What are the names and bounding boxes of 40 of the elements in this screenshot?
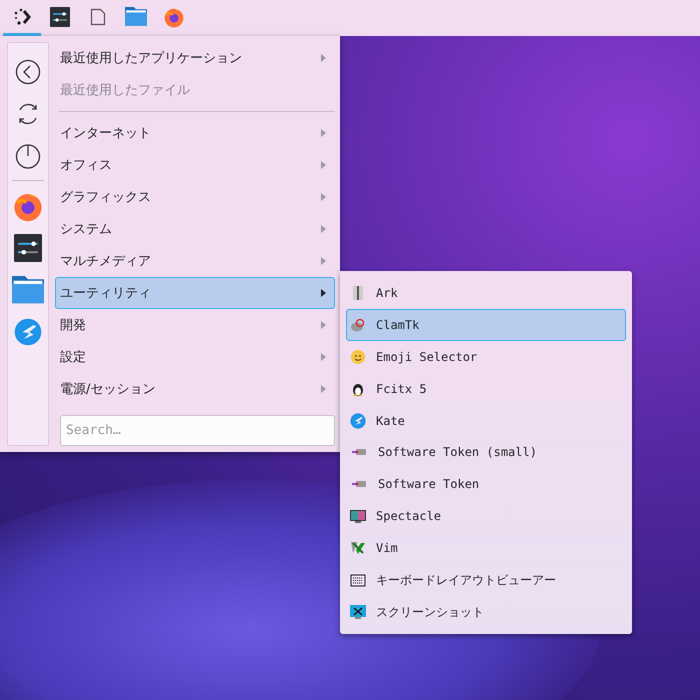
scanner-icon [350,316,366,333]
bird-icon [14,318,42,346]
app-menu-item[interactable]: スクリーンショット [346,596,626,628]
app-menu-item[interactable]: Software Token (small) [346,436,626,468]
sliders-icon [50,6,70,26]
category-menu-item[interactable]: 開発 [55,309,335,341]
scissors-screen-icon [350,604,366,620]
app-menu-item[interactable]: Emoji Selector [346,340,626,373]
app-menu-item[interactable]: Vim [346,532,626,564]
launcher-icon [13,8,31,26]
back-icon [15,59,41,85]
power-icon [15,143,41,169]
keyboard-icon [350,572,366,588]
usb-key-icon [351,481,367,488]
archive-icon [350,284,366,301]
category-menu-item[interactable]: 設定 [55,341,335,373]
usb-key-icon [351,449,367,456]
app-menu-item[interactable]: Fcitx 5 [346,372,626,405]
folder-icon [12,276,44,304]
category-menu-item[interactable]: インターネット [55,117,335,149]
app-menu-item[interactable]: Kate [346,404,626,437]
category-menu-item[interactable]: グラフィックス [55,181,335,213]
folder-icon [125,7,147,26]
app-menu-item[interactable]: Ark [346,277,626,309]
category-menu-item[interactable]: オフィス [55,149,335,181]
sliders-icon [14,234,42,262]
app-menu-item[interactable]: Spectacle [346,500,626,532]
category-menu-item[interactable]: マルチメディア [55,245,335,277]
smiley-icon [350,348,366,365]
app-menu-item[interactable]: キーボードレイアウトビューアー [346,564,626,596]
monitor-icon [350,508,366,524]
app-menu-item[interactable]: ClamTk [346,308,626,341]
search-field[interactable]: Search… [60,415,335,446]
category-menu-item[interactable]: システム [55,213,335,245]
category-menu-item[interactable]: 最近使用したアプリケーション [55,42,335,74]
category-menu-item[interactable]: ユーティリティ [55,277,335,309]
bird-icon [350,412,366,429]
app-menu-item[interactable]: Software Token [346,468,626,500]
category-menu-item[interactable]: 電源/セッション [55,373,335,405]
document-icon [90,8,106,26]
